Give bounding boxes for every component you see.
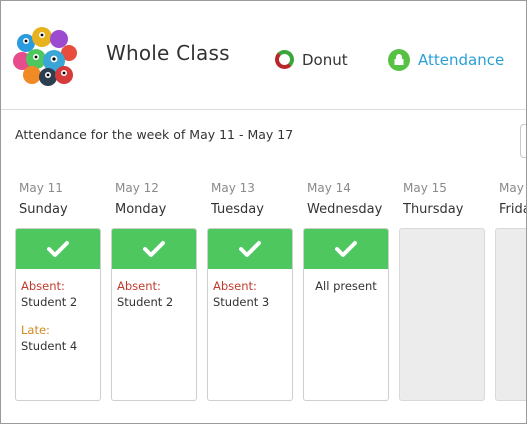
day-card[interactable]: Absent: Student 2	[111, 228, 197, 401]
student-name: Student 3	[213, 295, 270, 309]
attendance-icon	[388, 49, 410, 71]
day-weekday: Tuesday	[211, 202, 264, 217]
absent-label: Absent:	[213, 279, 257, 293]
day-card-empty[interactable]	[495, 228, 526, 401]
student-name: Student 2	[21, 295, 78, 309]
header: Whole Class Donut Attendance	[1, 1, 526, 110]
checkmark-icon	[335, 241, 357, 257]
day-header: May 14 Wednesday	[307, 181, 393, 217]
tab-donut-label: Donut	[302, 50, 348, 69]
student-name: Student 2	[117, 295, 174, 309]
absent-label: Absent:	[117, 279, 161, 293]
tab-attendance[interactable]: Attendance	[388, 49, 504, 71]
day-weekday: Thursday	[403, 202, 464, 217]
tab-attendance-label: Attendance	[418, 51, 505, 69]
day-date: May 14	[307, 181, 351, 195]
day-card[interactable]: Absent: Student 2 Late: Student 4	[15, 228, 101, 401]
student-name: Student 4	[21, 339, 78, 353]
day-weekday: Monday	[115, 202, 167, 217]
absent-label: Absent:	[21, 279, 65, 293]
app-window: Whole Class Donut Attendance Attendance …	[0, 0, 527, 424]
day-date: May 11	[19, 181, 63, 195]
present-band	[208, 229, 292, 269]
present-band	[112, 229, 196, 269]
page-title: Whole Class	[106, 41, 230, 65]
day-header: May 11 Sunday	[19, 181, 105, 217]
day-card[interactable]: Absent: Student 3	[207, 228, 293, 401]
day-date: May 15	[403, 181, 447, 195]
day-header: May 13 Tuesday	[211, 181, 297, 217]
week-heading: Attendance for the week of May 11 - May …	[15, 127, 294, 142]
day-card-empty[interactable]	[399, 228, 485, 401]
present-band	[16, 229, 100, 269]
day-header: May 12 Monday	[115, 181, 201, 217]
day-card[interactable]: All present	[303, 228, 389, 401]
checkmark-icon	[143, 241, 165, 257]
week-picker-button[interactable]	[520, 124, 526, 158]
donut-chart-icon	[275, 50, 294, 69]
day-date: May 16	[499, 181, 526, 195]
checkmark-icon	[239, 241, 261, 257]
day-header: May 16 Friday	[499, 181, 526, 217]
day-weekday: Friday	[499, 202, 526, 217]
late-label: Late:	[21, 323, 50, 337]
class-monsters-logo	[13, 27, 77, 86]
day-date: May 12	[115, 181, 159, 195]
day-date: May 13	[211, 181, 255, 195]
tab-donut[interactable]: Donut	[275, 50, 348, 69]
day-weekday: Sunday	[19, 202, 68, 217]
day-weekday: Wednesday	[307, 202, 383, 217]
all-present-text: All present	[315, 279, 377, 293]
present-band	[304, 229, 388, 269]
checkmark-icon	[47, 241, 69, 257]
day-header: May 15 Thursday	[403, 181, 489, 217]
